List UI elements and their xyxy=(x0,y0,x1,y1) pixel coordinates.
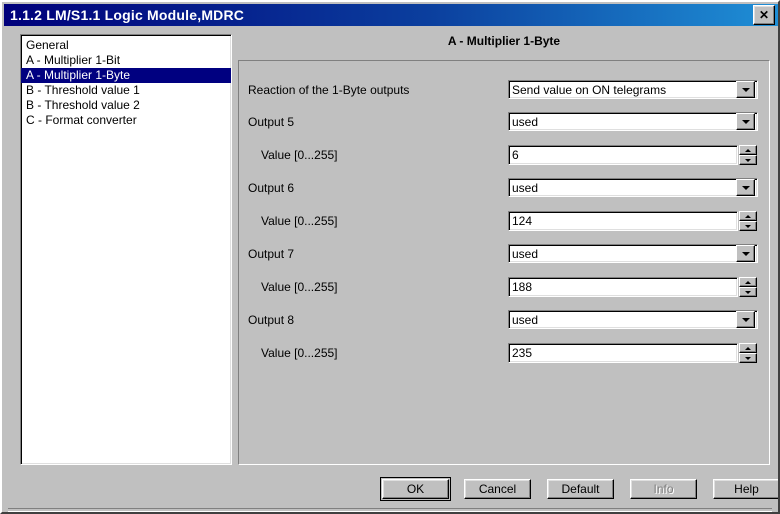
triangle-up-glyph xyxy=(745,148,751,152)
sidebar-item[interactable]: C - Format converter xyxy=(21,113,231,128)
dropdown-value: used xyxy=(512,180,539,195)
triangle-up-glyph xyxy=(745,346,751,350)
value-input[interactable]: 235 xyxy=(508,343,738,363)
field-label: Output 6 xyxy=(248,181,295,195)
sidebar-item[interactable]: A - Multiplier 1-Bit xyxy=(21,53,231,68)
triangle-down-glyph xyxy=(745,356,751,360)
field-label: Output 8 xyxy=(248,313,295,327)
field-label: Reaction of the 1-Byte outputs xyxy=(248,83,410,97)
dialog-button[interactable]: OK xyxy=(382,479,449,499)
title-bar: 1.1.2 LM/S1.1 Logic Module,MDRC ✕ xyxy=(4,4,778,26)
stepper-buttons xyxy=(739,211,757,231)
dialog-button[interactable]: Default xyxy=(547,479,614,499)
sidebar-item[interactable]: A - Multiplier 1-Byte xyxy=(21,68,231,83)
field-label: Value [0...255] xyxy=(261,148,338,162)
field-label: Value [0...255] xyxy=(261,280,338,294)
triangle-down-glyph xyxy=(745,290,751,294)
dialog-button-wrapper: Default xyxy=(544,476,617,502)
chevron-down-glyph xyxy=(741,317,750,322)
stepper-down-icon[interactable] xyxy=(739,221,757,231)
dropdown-value: used xyxy=(512,114,539,129)
value-stepper[interactable]: 124 xyxy=(508,211,758,231)
close-icon[interactable]: ✕ xyxy=(753,5,775,25)
chevron-down-icon[interactable] xyxy=(736,179,755,196)
chevron-down-icon[interactable] xyxy=(736,113,755,130)
triangle-down-glyph xyxy=(745,158,751,162)
stepper-buttons xyxy=(739,277,757,297)
stepper-up-icon[interactable] xyxy=(739,277,757,287)
value-stepper[interactable]: 6 xyxy=(508,145,758,165)
sidebar-item[interactable]: B - Threshold value 2 xyxy=(21,98,231,113)
dropdown-value: Send value on ON telegrams xyxy=(512,82,667,97)
field-label: Value [0...255] xyxy=(261,346,338,360)
dialog-button: Info xyxy=(630,479,697,499)
dropdown-select[interactable]: used xyxy=(508,178,758,197)
dialog-button-row: OK Cancel Default Info Help xyxy=(380,476,778,502)
field-label: Value [0...255] xyxy=(261,214,338,228)
sidebar-item[interactable]: B - Threshold value 1 xyxy=(21,83,231,98)
stepper-buttons xyxy=(739,343,757,363)
triangle-up-glyph xyxy=(745,214,751,218)
dialog-button[interactable]: Cancel xyxy=(464,479,531,499)
stepper-down-icon[interactable] xyxy=(739,155,757,165)
dialog-button-wrapper: Cancel xyxy=(461,476,534,502)
value-input[interactable]: 6 xyxy=(508,145,738,165)
dialog-button[interactable]: Help xyxy=(713,479,778,499)
field-label: Output 7 xyxy=(248,247,295,261)
value-input[interactable]: 188 xyxy=(508,277,738,297)
dialog-button-wrapper: Help xyxy=(710,476,778,502)
triangle-up-glyph xyxy=(745,280,751,284)
field-label: Output 5 xyxy=(248,115,295,129)
bottom-divider xyxy=(8,508,772,512)
parameter-page-list[interactable]: General A - Multiplier 1-Bit A - Multiplie… xyxy=(20,34,232,465)
chevron-down-icon[interactable] xyxy=(736,245,755,262)
stepper-up-icon[interactable] xyxy=(739,145,757,155)
page-title: A - Multiplier 1-Byte xyxy=(447,34,561,48)
dropdown-select[interactable]: used xyxy=(508,244,758,263)
stepper-up-icon[interactable] xyxy=(739,211,757,221)
chevron-down-glyph xyxy=(741,185,750,190)
chevron-down-glyph xyxy=(741,119,750,124)
stepper-buttons xyxy=(739,145,757,165)
stepper-down-icon[interactable] xyxy=(739,287,757,297)
chevron-down-glyph xyxy=(741,87,750,92)
sidebar-item[interactable]: General xyxy=(21,38,231,53)
close-glyph: ✕ xyxy=(758,8,770,22)
value-input[interactable]: 124 xyxy=(508,211,738,231)
chevron-down-icon[interactable] xyxy=(736,81,755,98)
dropdown-select[interactable]: used xyxy=(508,310,758,329)
dialog-button-wrapper: Info xyxy=(627,476,700,502)
dropdown-select[interactable]: Send value on ON telegrams xyxy=(508,80,758,99)
dropdown-value: used xyxy=(512,312,539,327)
dropdown-value: used xyxy=(512,246,539,261)
value-stepper[interactable]: 235 xyxy=(508,343,758,363)
value-stepper[interactable]: 188 xyxy=(508,277,758,297)
dialog-button-wrapper: OK xyxy=(380,477,451,501)
stepper-down-icon[interactable] xyxy=(739,353,757,363)
window-title: 1.1.2 LM/S1.1 Logic Module,MDRC xyxy=(10,7,245,23)
triangle-down-glyph xyxy=(745,224,751,228)
dropdown-select[interactable]: used xyxy=(508,112,758,131)
chevron-down-glyph xyxy=(741,251,750,256)
stepper-up-icon[interactable] xyxy=(739,343,757,353)
dialog-window: 1.1.2 LM/S1.1 Logic Module,MDRC ✕ Genera… xyxy=(0,0,780,514)
chevron-down-icon[interactable] xyxy=(736,311,755,328)
